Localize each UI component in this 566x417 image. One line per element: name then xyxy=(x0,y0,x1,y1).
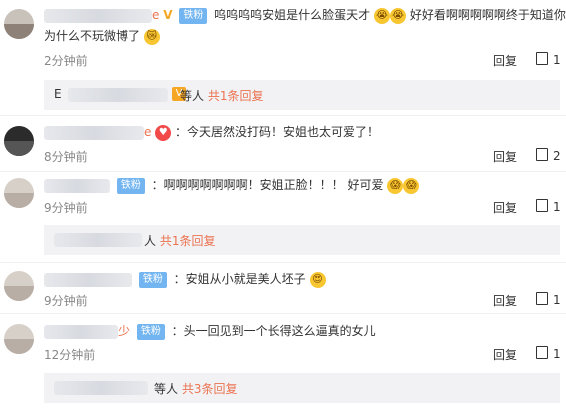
sub-replies[interactable]: 人 共1条回复 xyxy=(44,225,560,255)
like-button[interactable]: 1 xyxy=(536,292,561,307)
comment-text: ：安姐从小就是美人坯子 xyxy=(173,272,306,286)
surprised-emoji-icon: 😱 xyxy=(403,177,420,194)
like-button[interactable]: 1 xyxy=(536,199,561,214)
crying-emoji-icon: 😭 xyxy=(390,7,407,24)
fan-badge[interactable]: 铁粉 xyxy=(136,323,165,340)
avatar[interactable] xyxy=(4,9,34,39)
username-blur[interactable] xyxy=(44,178,110,193)
avatar[interactable] xyxy=(4,271,34,301)
comment-text-cont: 好好看啊啊啊啊啊终于知道你 xyxy=(409,8,566,22)
sub-replies-tail: 等人 xyxy=(180,89,205,103)
surprised-emoji-icon: 😱 xyxy=(387,177,404,194)
sad-emoji-icon: 😿 xyxy=(143,28,160,45)
thumb-up-icon xyxy=(536,148,548,161)
like-button[interactable]: 1 xyxy=(536,52,561,67)
username-tail[interactable]: e xyxy=(152,8,159,22)
divider xyxy=(0,115,566,116)
thumb-up-icon xyxy=(536,292,548,305)
sub-replies-link[interactable]: 共1条回复 xyxy=(208,89,264,103)
divider xyxy=(0,171,566,172)
username-blur[interactable] xyxy=(44,125,144,140)
comment-line-2: 为什么不玩微博了 😿 xyxy=(44,27,160,45)
username-tail[interactable]: 少 xyxy=(118,324,130,338)
fan-badge[interactable]: 铁粉 xyxy=(138,271,167,288)
sub-replies-link[interactable]: 共3条回复 xyxy=(182,382,238,396)
sub-replies-tail: 等人 xyxy=(154,382,179,396)
fan-badge[interactable]: 铁粉 xyxy=(116,177,145,194)
comment-text: ：头一回见到一个长得这么逼真的女儿 xyxy=(171,324,376,338)
comment-time: 8分钟前 xyxy=(44,150,88,164)
comment-line: e ♥ ：今天居然没打码！安姐也太可爱了！ xyxy=(44,123,379,141)
sub-reply-user-blur[interactable] xyxy=(68,88,168,102)
sub-replies-link[interactable]: 共1条回复 xyxy=(160,234,216,248)
reply-button[interactable]: 回复 xyxy=(493,148,517,165)
sub-reply-user-blur[interactable] xyxy=(54,233,142,247)
fan-badge[interactable]: 铁粉 xyxy=(179,7,208,24)
comment-line: 铁粉 ：安姐从小就是美人坯子 😍 xyxy=(44,270,326,288)
divider xyxy=(0,313,566,314)
comment-time: 9分钟前 xyxy=(44,201,88,215)
comment-line: 少 铁粉 ：头一回见到一个长得这么逼真的女儿 xyxy=(44,322,376,340)
like-button[interactable]: 2 xyxy=(536,148,561,163)
sub-replies-tail: 人 xyxy=(144,234,157,248)
thumb-up-icon xyxy=(536,52,548,65)
avatar[interactable] xyxy=(4,178,34,208)
username-blur[interactable] xyxy=(44,8,152,23)
vip-icon: V xyxy=(163,8,173,22)
sub-replies[interactable]: E V 等人 共1条回复 xyxy=(44,80,560,110)
sub-replies-text: E xyxy=(54,87,62,101)
comment-line: 铁粉 ：啊啊啊啊啊啊啊！安姐正脸！！！ 好可爱 😱 😱 xyxy=(44,176,420,194)
avatar[interactable] xyxy=(4,126,34,156)
crying-emoji-icon: 😭 xyxy=(374,7,391,24)
comment-text: 呜呜呜呜安姐是什么脸蛋天才 xyxy=(214,8,371,22)
thumb-up-icon xyxy=(536,199,548,212)
username-blur[interactable] xyxy=(44,272,132,287)
comment-time: 12分钟前 xyxy=(44,348,96,362)
reply-button[interactable]: 回复 xyxy=(493,52,517,69)
like-button[interactable]: 1 xyxy=(536,346,561,361)
comment-text-cont: 为什么不玩微博了 xyxy=(44,29,141,43)
username-blur[interactable] xyxy=(44,324,118,339)
username-tail[interactable]: e xyxy=(144,125,151,139)
comment-line: e V 铁粉 呜呜呜呜安姐是什么脸蛋天才 😭 😭 好好看啊啊啊啊啊终于知道你 xyxy=(44,6,566,24)
sub-replies[interactable]: 等人 共3条回复 xyxy=(44,373,560,403)
comment-text: ：啊啊啊啊啊啊啊！安姐正脸！！！ 好可爱 xyxy=(151,178,384,192)
thumb-up-icon xyxy=(536,346,548,359)
comment-time: 2分钟前 xyxy=(44,54,88,68)
heart-icon: ♥ xyxy=(155,124,172,141)
comment-text: ：今天居然没打码！安姐也太可爱了！ xyxy=(175,125,380,139)
sub-reply-user-blur[interactable] xyxy=(54,381,148,395)
reply-button[interactable]: 回复 xyxy=(493,346,517,363)
divider xyxy=(0,262,566,263)
comment-time: 9分钟前 xyxy=(44,294,88,308)
avatar[interactable] xyxy=(4,324,34,354)
reply-button[interactable]: 回复 xyxy=(493,292,517,309)
reply-button[interactable]: 回复 xyxy=(493,199,517,216)
heart-eyes-emoji-icon: 😍 xyxy=(309,271,326,288)
